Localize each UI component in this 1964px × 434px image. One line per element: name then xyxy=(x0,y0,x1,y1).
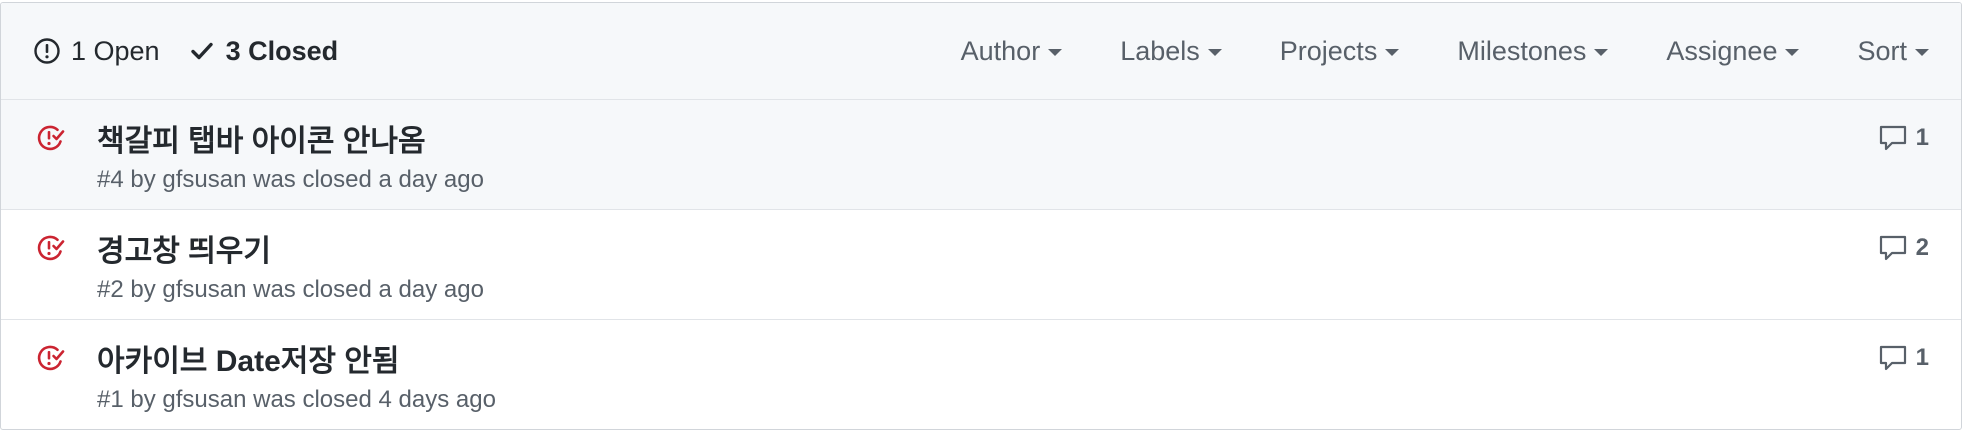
filter-projects-label: Projects xyxy=(1279,35,1378,66)
filter-assignee[interactable]: Assignee xyxy=(1666,35,1800,67)
issues-list-header: 1 Open 3 Closed Author Labels Projects M… xyxy=(1,3,1961,100)
open-issues-label: 1 Open xyxy=(71,35,160,66)
closed-issues-link[interactable]: 3 Closed xyxy=(188,35,339,67)
issue-row[interactable]: 경고창 띄우기 #2 by gfsusan was closed a day a… xyxy=(1,210,1961,320)
filter-projects[interactable]: Projects xyxy=(1280,36,1400,67)
issue-comments-link[interactable]: 1 xyxy=(1878,124,1929,152)
filter-labels-label: Labels xyxy=(1120,35,1200,66)
issue-comment-count: 1 xyxy=(1915,344,1929,371)
caret-down-icon xyxy=(1785,49,1800,56)
issue-closed-icon xyxy=(35,123,65,153)
issue-meta: #1 by gfsusan was closed 4 days ago xyxy=(97,386,496,413)
issues-list-box: 1 Open 3 Closed Author Labels Projects M… xyxy=(0,2,1962,430)
caret-down-icon xyxy=(1048,49,1063,56)
issue-closed-icon xyxy=(35,233,65,263)
filter-labels[interactable]: Labels xyxy=(1120,36,1222,67)
issue-row[interactable]: 아카이브 Date저장 안됨 #1 by gfsusan was closed … xyxy=(1,320,1961,429)
issue-meta: #4 by gfsusan was closed a day ago xyxy=(97,166,484,193)
open-issues-link[interactable]: 1 Open xyxy=(33,36,160,67)
issue-opened-icon xyxy=(33,37,61,65)
issue-comments-link[interactable]: 2 xyxy=(1878,234,1929,262)
filter-milestones[interactable]: Milestones xyxy=(1457,35,1609,67)
caret-down-icon xyxy=(1594,49,1609,56)
filter-author[interactable]: Author xyxy=(961,36,1063,67)
filter-author-label: Author xyxy=(960,35,1041,66)
check-icon xyxy=(188,37,216,65)
issue-closed-icon xyxy=(35,343,65,373)
closed-issues-label: 3 Closed xyxy=(225,35,339,66)
filter-assignee-label: Assignee xyxy=(1666,35,1778,66)
issue-comment-count: 1 xyxy=(1915,124,1929,151)
filter-sort[interactable]: Sort xyxy=(1857,36,1929,67)
issue-title-link[interactable]: 책갈피 탭바 아이콘 안나옴 xyxy=(97,116,426,160)
caret-down-icon xyxy=(1207,49,1222,56)
issue-meta: #2 by gfsusan was closed a day ago xyxy=(97,276,484,303)
comment-icon xyxy=(1878,344,1908,372)
caret-down-icon xyxy=(1915,49,1929,56)
state-toggle: 1 Open 3 Closed xyxy=(33,36,366,67)
filter-milestones-label: Milestones xyxy=(1457,35,1587,66)
issue-title-link[interactable]: 경고창 띄우기 xyxy=(97,226,271,270)
issue-comments-link[interactable]: 1 xyxy=(1878,344,1929,372)
caret-down-icon xyxy=(1385,49,1400,56)
filter-bar: Author Labels Projects Milestones Assign… xyxy=(961,36,1929,67)
issue-row[interactable]: 책갈피 탭바 아이콘 안나옴 #4 by gfsusan was closed … xyxy=(1,100,1961,210)
comment-icon xyxy=(1878,124,1908,152)
comment-icon xyxy=(1878,234,1908,262)
issue-title-link[interactable]: 아카이브 Date저장 안됨 xyxy=(97,336,400,380)
issue-comment-count: 2 xyxy=(1915,234,1929,261)
filter-sort-label: Sort xyxy=(1857,35,1907,66)
